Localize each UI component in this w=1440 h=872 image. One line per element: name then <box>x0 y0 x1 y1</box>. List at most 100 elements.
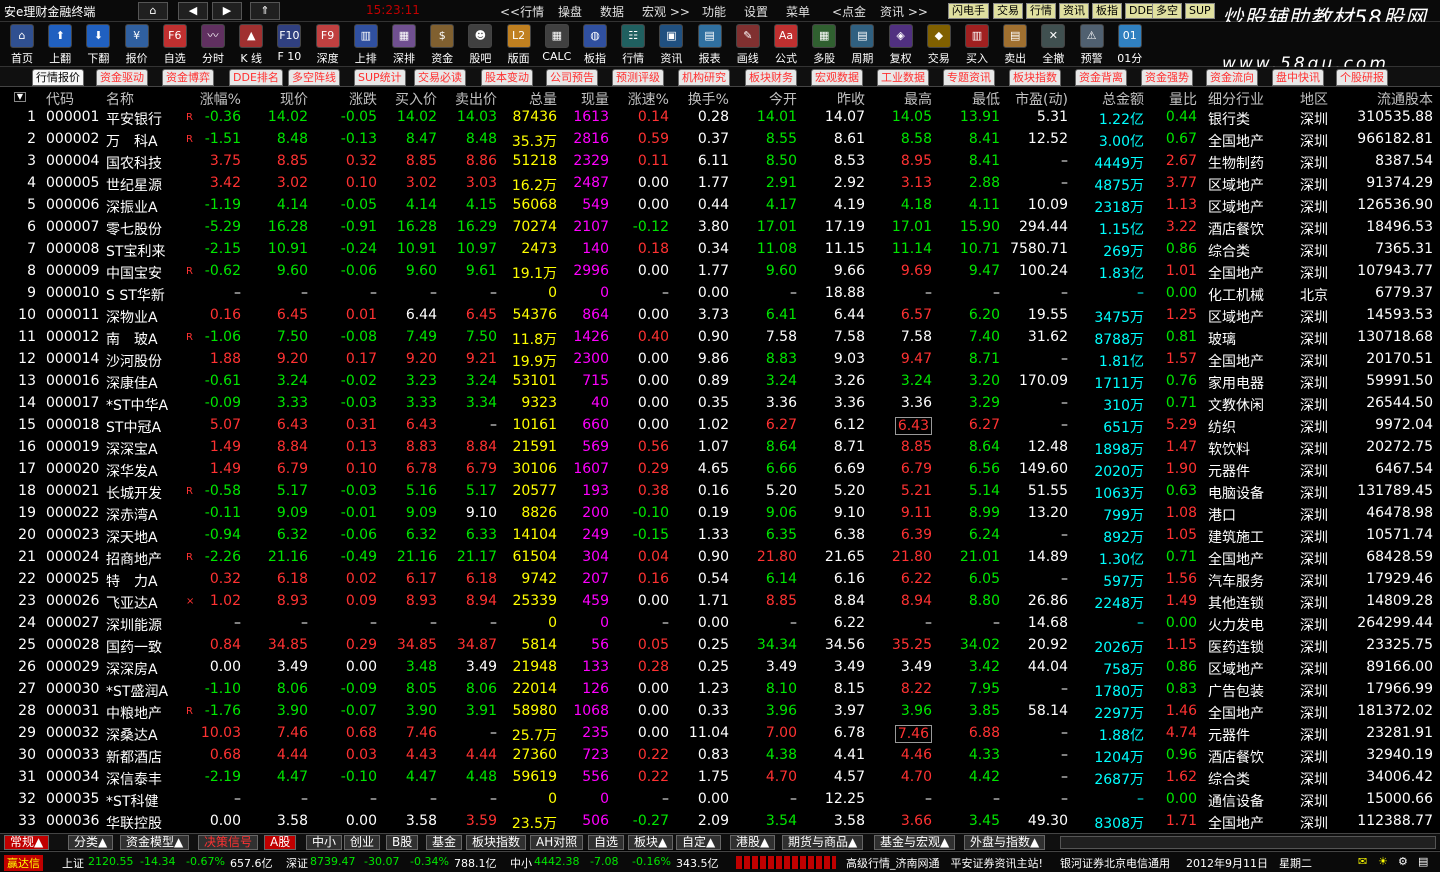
stock-name[interactable]: 飞亚达A <box>106 593 158 613</box>
settings-icon[interactable]: ⚙ <box>1398 855 1408 868</box>
tab-18[interactable]: 资金强势 <box>1141 69 1193 86</box>
stock-code[interactable]: 000036 <box>46 813 99 829</box>
stock-name[interactable]: *ST中华A <box>106 395 168 415</box>
table-row[interactable]: 11 000012 南 玻A R -1.06 7.50 -0.08 7.49 7.50 11.8万… <box>0 327 1440 349</box>
tab-2[interactable]: 资金驱动 <box>96 69 148 86</box>
col-header-2[interactable]: 名称 <box>106 89 134 109</box>
tool-2[interactable]: ⬆ 上翻 <box>42 24 78 66</box>
bottom-tab-5[interactable]: A股 <box>264 835 297 850</box>
tab-17[interactable]: 资金背离 <box>1075 69 1127 86</box>
stock-name[interactable]: 特 力A <box>106 571 158 591</box>
table-row[interactable]: 7 000008 ST宝利来 -2.15 10.91 -0.24 10.91 10.97 247… <box>0 239 1440 261</box>
tool-7[interactable]: ▲ K 线 <box>233 24 269 66</box>
stock-code[interactable]: 000006 <box>46 197 99 213</box>
tool-29[interactable]: ⚠ 预警 <box>1074 24 1110 66</box>
stock-name[interactable]: ST中冠A <box>106 417 161 437</box>
stock-code[interactable]: 000010 <box>46 285 99 301</box>
menu-dianjin[interactable]: <点金 <box>832 3 866 20</box>
bottom-tab-10[interactable]: 板块指数 <box>466 835 527 850</box>
stock-name[interactable]: S ST华新 <box>106 285 165 305</box>
stock-name[interactable]: 深赤湾A <box>106 505 158 525</box>
stock-name[interactable]: 招商地产 <box>106 549 162 569</box>
col-header-5[interactable]: 涨跌 <box>349 89 377 109</box>
stock-code[interactable]: 000001 <box>46 109 99 125</box>
stock-code[interactable]: 000022 <box>46 505 99 521</box>
table-row[interactable]: 3 000004 国农科技 3.75 8.85 0.32 8.85 8.86 51218 2329… <box>0 151 1440 173</box>
alert-icon[interactable]: ✉ <box>1358 855 1367 868</box>
next-button[interactable]: ▶ <box>212 2 242 20</box>
table-row[interactable]: 16 000019 深深宝A 1.49 8.84 0.13 8.83 8.84 21591 569… <box>0 437 1440 459</box>
col-header-17[interactable]: 总金额 <box>1102 89 1144 109</box>
stock-name[interactable]: 长城开发 <box>106 483 162 503</box>
tool-18[interactable]: ▣ 资讯 <box>653 24 689 66</box>
bottom-tab-13[interactable]: 板块▲ <box>628 835 674 850</box>
tool-1[interactable]: ⌂ 首页 <box>4 24 40 66</box>
tab-9[interactable]: 公司预告 <box>546 69 598 86</box>
col-header-15[interactable]: 最低 <box>972 89 1000 109</box>
tool-30[interactable]: 01 01分 <box>1112 24 1148 66</box>
menu-news[interactable]: 资讯 >> <box>880 3 928 20</box>
stock-name[interactable]: 沙河股份 <box>106 351 162 371</box>
table-row[interactable]: 33 000036 华联控股 0.00 3.58 0.00 3.58 3.59 23.5万 506… <box>0 811 1440 833</box>
table-row[interactable]: 17 000020 深华发A 1.49 6.79 0.10 6.78 6.79 30106 160… <box>0 459 1440 481</box>
tool-17[interactable]: ☷ 行情 <box>615 24 651 66</box>
table-row[interactable]: 18 000021 长城开发 R -0.58 5.17 -0.03 5.16 5.17 20577… <box>0 481 1440 503</box>
bottom-tab-14[interactable]: 自定▲ <box>676 835 722 850</box>
tool-14[interactable]: L2 版面 <box>501 24 537 66</box>
tool-10[interactable]: ▥ 上排 <box>348 24 384 66</box>
bottom-tab-16[interactable]: 期货与商品▲ <box>782 835 864 850</box>
table-row[interactable]: 13 000016 深康佳A -0.61 3.24 -0.02 3.23 3.24 53101 7… <box>0 371 1440 393</box>
stock-name[interactable]: 深深房A <box>106 659 158 679</box>
menu-trade[interactable]: 操盘 <box>558 3 582 20</box>
tool-19[interactable]: ▤ 报表 <box>692 24 728 66</box>
table-row[interactable]: 30 000033 新都酒店 0.68 4.44 0.03 4.43 4.44 27360 723… <box>0 745 1440 767</box>
table-row[interactable]: 22 000025 特 力A 0.32 6.18 0.02 6.17 6.18 9742 207 0… <box>0 569 1440 591</box>
up-button[interactable]: ⇑ <box>250 2 280 20</box>
stock-code[interactable]: 000030 <box>46 681 99 697</box>
stock-name[interactable]: 深振业A <box>106 197 158 217</box>
tab-5[interactable]: 多空阵线 <box>288 69 340 86</box>
tool-26[interactable]: ▥ 买入 <box>959 24 995 66</box>
stock-code[interactable]: 000016 <box>46 373 99 389</box>
pill-longshort[interactable]: 多空 <box>1152 3 1182 19</box>
stock-name[interactable]: 中国宝安 <box>106 263 162 283</box>
table-row[interactable]: 27 000030 *ST盛润A -1.10 8.06 -0.09 8.05 8.06 2201… <box>0 679 1440 701</box>
table-row[interactable]: 29 000032 深桑达A 10.03 7.46 0.68 7.46–25.7万 235 0.… <box>0 723 1440 745</box>
stock-name[interactable]: 深华发A <box>106 461 158 481</box>
tool-8[interactable]: F10 F 10 <box>271 24 307 66</box>
stock-name[interactable]: 深圳能源 <box>106 615 162 635</box>
table-row[interactable]: 5 000006 深振业A -1.19 4.14 -0.05 4.14 4.15 56068 54… <box>0 195 1440 217</box>
stock-code[interactable]: 000025 <box>46 571 99 587</box>
stock-code[interactable]: 000017 <box>46 395 99 411</box>
col-header-13[interactable]: 昨收 <box>837 89 865 109</box>
pill-index[interactable]: 板指 <box>1092 3 1122 19</box>
stock-code[interactable]: 000033 <box>46 747 99 763</box>
stock-code[interactable]: 000018 <box>46 417 99 433</box>
tool-13[interactable]: ☻ 股吧 <box>462 24 498 66</box>
stock-name[interactable]: 国药一致 <box>106 637 162 657</box>
bottom-tab-7[interactable]: 创业 <box>344 835 381 850</box>
stock-code[interactable]: 000023 <box>46 527 99 543</box>
lightbulb-icon[interactable]: ☀ <box>1378 855 1388 868</box>
stock-code[interactable]: 000004 <box>46 153 99 169</box>
col-header-12[interactable]: 今开 <box>769 89 797 109</box>
col-header-20[interactable]: 地区 <box>1300 89 1328 109</box>
stock-name[interactable]: 深康佳A <box>106 373 158 393</box>
col-header-9[interactable]: 现量 <box>581 89 609 109</box>
stock-name[interactable]: 万 科A <box>106 131 158 151</box>
tab-11[interactable]: 机构研究 <box>678 69 730 86</box>
bottom-tab-12[interactable]: 自选 <box>588 835 625 850</box>
bottom-tab-9[interactable]: 基金 <box>426 835 463 850</box>
stock-code[interactable]: 000009 <box>46 263 99 279</box>
stock-name[interactable]: *ST科健 <box>106 791 158 811</box>
stock-code[interactable]: 000034 <box>46 769 99 785</box>
table-row[interactable]: 25 000028 国药一致 0.84 34.85 0.29 34.85 34.87 5814 5… <box>0 635 1440 657</box>
bottom-tab-1[interactable]: 常规▲ <box>4 835 50 850</box>
stock-code[interactable]: 000028 <box>46 637 99 653</box>
stock-code[interactable]: 000014 <box>46 351 99 367</box>
pill-trade[interactable]: 交易 <box>993 3 1023 19</box>
stock-code[interactable]: 000035 <box>46 791 99 807</box>
stock-name[interactable]: 零七股份 <box>106 219 162 239</box>
stock-name[interactable]: 中粮地产 <box>106 703 162 723</box>
menu-function[interactable]: 功能 <box>702 3 726 20</box>
